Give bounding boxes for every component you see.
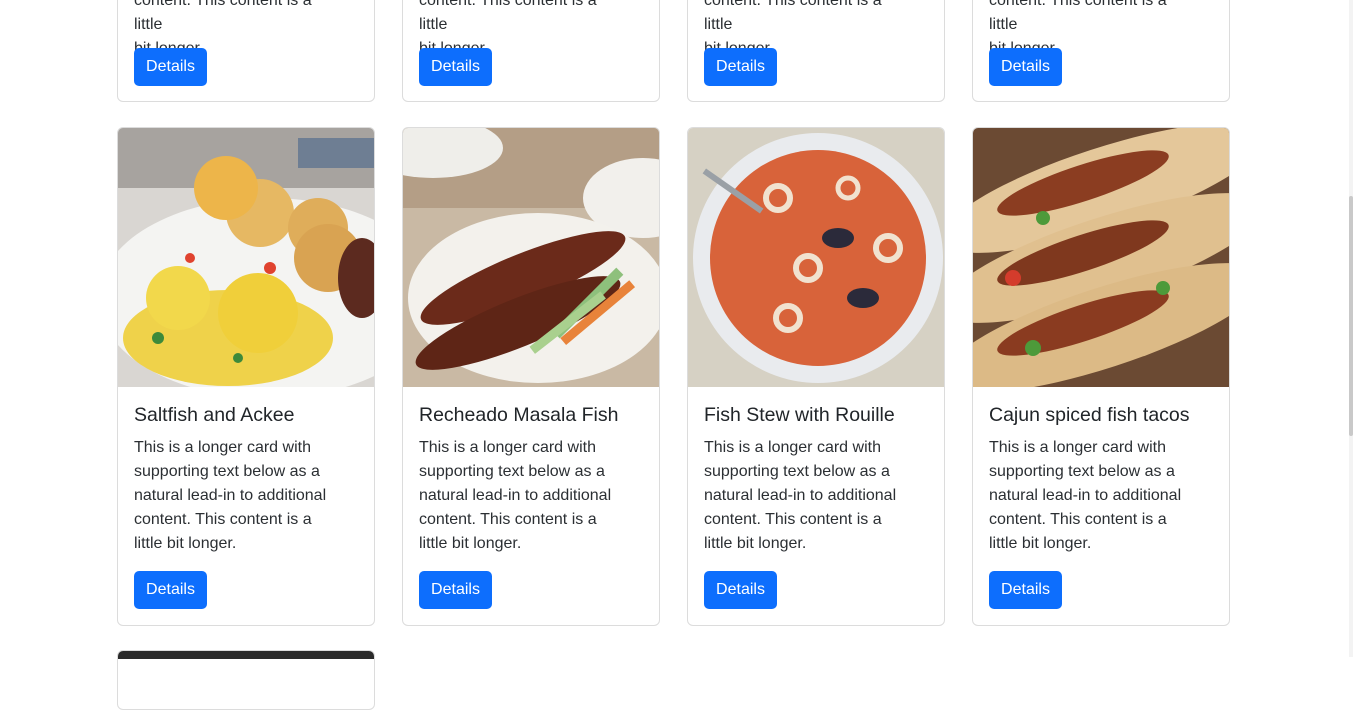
card-text: This is a longer card with supporting te… [989,439,1182,552]
card-text: This is a longer card with supporting te… [419,439,612,552]
card-top-4: content. This content is a littlebit lon… [972,0,1230,102]
card-top-2: content. This content is a littlebit lon… [402,0,660,102]
details-button[interactable]: Details [989,571,1062,609]
card-text: This is a longer card with supporting te… [704,439,897,552]
card-cajun-spiced-fish-tacos: Cajun spiced fish tacos This is a longer… [972,127,1230,626]
card-image-partial [118,651,374,659]
details-button[interactable]: Details [134,571,207,609]
card-grid: content. This content is a littlebit lon… [0,0,1353,710]
card-recheado-masala-fish: Recheado Masala Fish This is a longer ca… [402,127,660,626]
card-text: This is a longer card with supporting te… [134,439,327,552]
card-top-1: content. This content is a littlebit lon… [117,0,375,102]
details-button[interactable]: Details [989,48,1062,86]
scrollbar[interactable] [1349,0,1353,657]
details-button[interactable]: Details [704,48,777,86]
fish-stew-photo [688,128,944,387]
details-button[interactable]: Details [419,48,492,86]
card-next-row [117,650,375,710]
details-button[interactable]: Details [704,571,777,609]
fish-tacos-photo [973,128,1229,387]
card-title: Fish Stew with Rouille [704,404,895,426]
scrollbar-thumb[interactable] [1349,196,1353,436]
details-button[interactable]: Details [134,48,207,86]
card-fish-stew-with-rouille: Fish Stew with Rouille This is a longer … [687,127,945,626]
recheado-masala-fish-photo [403,128,659,387]
card-top-3: content. This content is a littlebit lon… [687,0,945,102]
card-saltfish-and-ackee: Saltfish and Ackee This is a longer card… [117,127,375,626]
details-button[interactable]: Details [419,571,492,609]
card-title: Cajun spiced fish tacos [989,404,1190,426]
card-title: Saltfish and Ackee [134,404,295,426]
card-title: Recheado Masala Fish [419,404,619,426]
saltfish-and-ackee-photo [118,128,374,387]
